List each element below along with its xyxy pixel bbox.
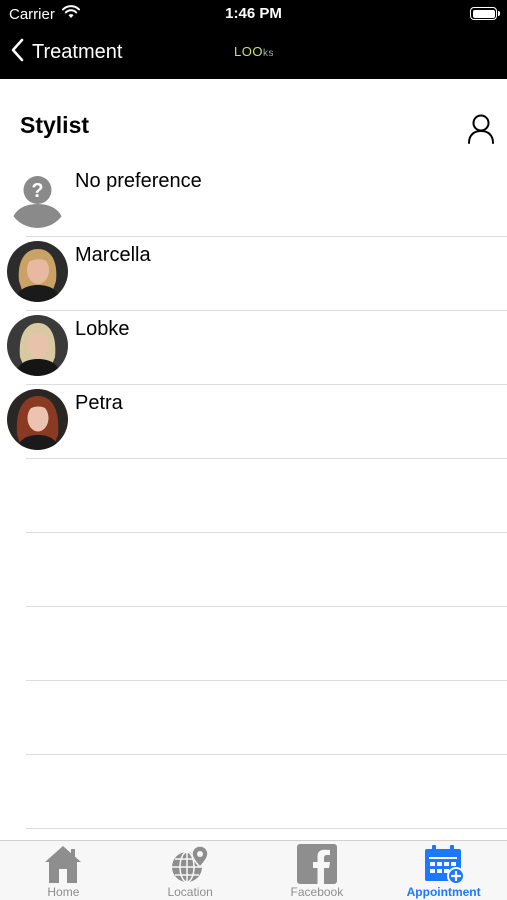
facebook-icon (296, 843, 338, 890)
question-avatar-icon: ? (7, 167, 68, 228)
logo-text: LOO (234, 44, 263, 59)
tab-label: Location (167, 885, 213, 899)
stylist-list: ? No preference Marcella Lobke Petra (0, 163, 507, 829)
person-icon[interactable] (466, 113, 496, 145)
empty-row (0, 459, 507, 533)
empty-row (0, 533, 507, 607)
tab-label: Home (47, 885, 80, 899)
app-logo: LOOks (234, 44, 274, 59)
status-bar: Carrier 1:46 PM (0, 0, 507, 28)
stylist-photo (7, 315, 68, 376)
tab-home[interactable]: Home (0, 841, 127, 900)
stylist-name: Petra (75, 392, 123, 414)
stylist-name: Lobke (75, 318, 130, 340)
page-title: Stylist (20, 112, 90, 138)
back-button-label: Treatment (32, 40, 123, 63)
back-button[interactable]: Treatment (10, 36, 122, 68)
calendar-add-icon (423, 843, 465, 890)
tab-label: Facebook (290, 885, 344, 899)
stylist-photo (7, 241, 68, 302)
list-item[interactable]: Lobke (0, 311, 507, 385)
divider (26, 828, 507, 829)
list-item[interactable]: Marcella (0, 237, 507, 311)
section-header: Stylist (0, 100, 507, 150)
logo-suffix: ks (262, 48, 274, 59)
chevron-left-icon (10, 38, 24, 67)
svg-text:?: ? (31, 180, 43, 202)
stylist-photo (7, 389, 68, 450)
empty-row (0, 607, 507, 681)
empty-row (0, 681, 507, 755)
tab-label: Appointment (406, 885, 481, 899)
list-item[interactable]: ? No preference (0, 163, 507, 237)
tab-appointment[interactable]: Appointment (380, 841, 507, 900)
home-icon (42, 843, 84, 890)
list-item[interactable]: Petra (0, 385, 507, 459)
empty-row (0, 755, 507, 829)
tab-bar: Home Location Facebook Appointment (0, 840, 507, 900)
stylist-name: No preference (75, 170, 202, 192)
battery-icon (470, 7, 500, 20)
stylist-name: Marcella (75, 244, 151, 266)
clock: 1:46 PM (225, 5, 282, 22)
navigation-bar: Carrier 1:46 PM Treatment LOOks (0, 0, 507, 79)
tab-location[interactable]: Location (127, 841, 254, 900)
globe-pin-icon (169, 843, 211, 890)
tab-facebook[interactable]: Facebook (254, 841, 381, 900)
